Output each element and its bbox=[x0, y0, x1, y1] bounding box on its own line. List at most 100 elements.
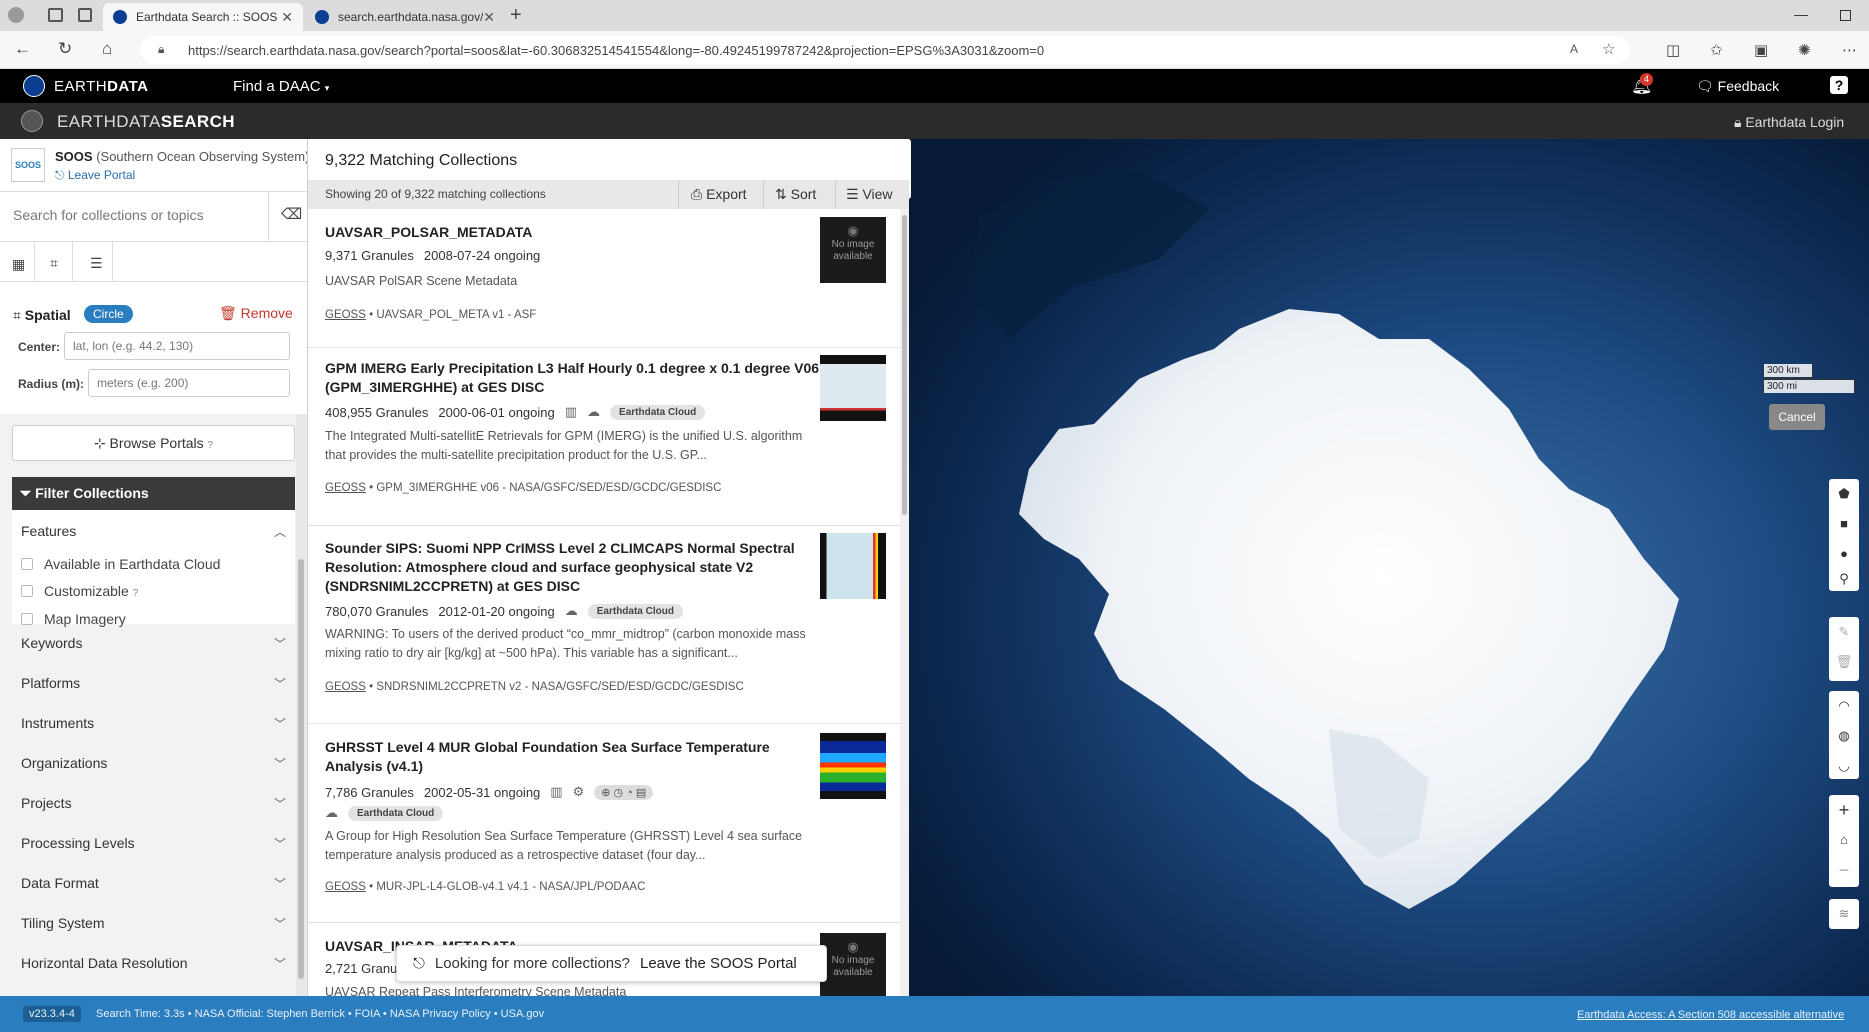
calendar-icon[interactable]: ▦ bbox=[12, 256, 25, 273]
collection-title[interactable]: UAVSAR_POLSAR_METADATA bbox=[325, 223, 825, 242]
sort-button[interactable]: ⇅ Sort bbox=[775, 186, 816, 203]
circle-icon[interactable]: ● bbox=[1840, 539, 1848, 569]
checkbox-customizable[interactable] bbox=[21, 585, 33, 597]
collection-item[interactable]: GHRSST Level 4 MUR Global Foundation Sea… bbox=[308, 724, 900, 923]
workspaces-icon[interactable] bbox=[48, 8, 63, 22]
showing-count: Showing 20 of 9,322 matching collections bbox=[325, 187, 546, 201]
advanced-filters-icon[interactable]: ☰ bbox=[90, 255, 103, 272]
nasa-logo-icon[interactable] bbox=[23, 75, 45, 97]
collection-title[interactable]: Sounder SIPS: Suomi NPP CrIMSS Level 2 C… bbox=[325, 539, 825, 596]
home-icon[interactable]: ⌂ bbox=[102, 39, 112, 59]
checkbox-map-imagery[interactable] bbox=[21, 613, 33, 625]
sidebar-scroll-thumb[interactable] bbox=[298, 559, 304, 979]
tab-actions-icon[interactable] bbox=[78, 8, 92, 22]
earthdata-brand[interactable]: EARTHDATA bbox=[54, 78, 149, 95]
earthdata-login-link[interactable]: 🔒︎ Earthdata Login bbox=[1734, 114, 1844, 131]
collection-item[interactable]: UAVSAR_POLSAR_METADATA 9,371 Granules 200… bbox=[308, 209, 900, 348]
clear-search-icon[interactable]: ⌫ bbox=[281, 205, 302, 223]
foia-link[interactable]: FOIA bbox=[355, 1008, 380, 1020]
url-field[interactable]: 🔒︎ https://search.earthdata.nasa.gov/sea… bbox=[140, 36, 1630, 64]
geographic-projection-icon[interactable]: ◍ bbox=[1838, 721, 1849, 751]
center-input[interactable]: lat, lon (e.g. 44.2, 130) bbox=[64, 332, 290, 360]
search-input[interactable]: Search for collections or topics bbox=[13, 207, 204, 223]
collection-thumbnail bbox=[820, 533, 886, 599]
tab-earthdata-search[interactable]: Earthdata Search :: SOOS Portal | ✕ bbox=[103, 3, 303, 31]
results-panel: 9,322 Matching Collections Showing 20 of… bbox=[308, 139, 909, 996]
map-imagery-icon: ▥ bbox=[550, 784, 563, 799]
section-508-link[interactable]: Earthdata Access: A Section 508 accessib… bbox=[1577, 1009, 1844, 1021]
refresh-icon[interactable]: ↻ bbox=[58, 39, 72, 59]
facet-toggle[interactable]: Processing Levels ﹀ bbox=[21, 831, 286, 855]
facet-toggle[interactable]: Horizontal Data Resolution ﹀ bbox=[21, 951, 286, 975]
browse-portals-button[interactable]: ⊹ Browse Portals ? bbox=[12, 425, 295, 461]
earthdata-cloud-badge: Earthdata Cloud bbox=[348, 805, 444, 821]
features-facet-toggle[interactable]: Features ︿ bbox=[21, 519, 286, 543]
usagov-link[interactable]: USA.gov bbox=[501, 1008, 544, 1020]
tab-search-earthdata[interactable]: search.earthdata.nasa.gov/search ✕ bbox=[305, 3, 505, 31]
privacy-policy-link[interactable]: NASA Privacy Policy bbox=[390, 1008, 491, 1020]
leave-soos-portal-link[interactable]: Leave the SOOS Portal bbox=[640, 955, 797, 972]
exit-icon: ⎋ bbox=[413, 955, 425, 972]
profile-icon[interactable] bbox=[8, 7, 24, 23]
collection-short-name: SNDRSNIML2CCPRETN v2 - NASA/GSFC/SED/ESD… bbox=[376, 681, 744, 693]
export-button[interactable]: ⎙ Export bbox=[691, 186, 747, 203]
earthdata-search-brand[interactable]: EARTHDATASEARCH bbox=[57, 112, 235, 132]
extension-icon[interactable]: ✺ bbox=[1798, 41, 1811, 59]
more-icon[interactable]: ⋯ bbox=[1842, 41, 1857, 59]
collection-title[interactable]: GPM IMERG Early Precipitation L3 Half Ho… bbox=[325, 359, 825, 397]
checkbox-earthdata-cloud[interactable] bbox=[21, 558, 33, 570]
facet-toggle[interactable]: Keywords ﹀ bbox=[21, 631, 286, 655]
notification-count-badge: 4 bbox=[1640, 73, 1653, 86]
facet-toggle[interactable]: Platforms ﹀ bbox=[21, 671, 286, 695]
collection-item[interactable]: Sounder SIPS: Suomi NPP CrIMSS Level 2 C… bbox=[308, 526, 900, 724]
camera-icon: ◉ bbox=[847, 223, 859, 238]
favorites-icon[interactable]: ✩ bbox=[1710, 41, 1723, 59]
results-scroll-thumb[interactable] bbox=[902, 215, 907, 515]
facet-toggle[interactable]: Data Format ﹀ bbox=[21, 871, 286, 895]
read-aloud-icon[interactable]: A bbox=[1570, 42, 1578, 56]
new-tab-icon[interactable]: + bbox=[510, 4, 522, 27]
find-daac-menu[interactable]: Find a DAAC ▾ bbox=[233, 78, 329, 95]
facet-toggle[interactable]: Projects ﹀ bbox=[21, 791, 286, 815]
cancel-draw-button[interactable]: Cancel bbox=[1769, 404, 1825, 430]
zoom-out-icon[interactable]: − bbox=[1839, 855, 1850, 885]
antarctic-projection-icon[interactable]: ◡ bbox=[1838, 751, 1849, 781]
zoom-in-icon[interactable]: + bbox=[1839, 795, 1850, 825]
arctic-projection-icon[interactable]: ◠ bbox=[1838, 691, 1849, 721]
collections-icon[interactable]: ▣ bbox=[1754, 41, 1768, 59]
facet-toggle[interactable]: Instruments ﹀ bbox=[21, 711, 286, 735]
spatial-crop-icon[interactable]: ⌗ bbox=[50, 255, 58, 272]
remove-spatial-button[interactable]: 🗑︎ Remove bbox=[219, 305, 293, 322]
geoss-label: GEOSS bbox=[325, 309, 366, 321]
close-tab-icon[interactable]: ✕ bbox=[483, 9, 495, 26]
favorite-star-icon[interactable]: ☆ bbox=[1602, 40, 1615, 58]
panel-resize-handle[interactable] bbox=[909, 139, 911, 199]
version-badge: v23.3.4-4 bbox=[23, 1006, 81, 1022]
collection-title[interactable]: GHRSST Level 4 MUR Global Foundation Sea… bbox=[325, 738, 825, 776]
delete-icon[interactable]: 🗑︎ bbox=[1836, 647, 1853, 677]
split-screen-icon[interactable]: ◫ bbox=[1666, 41, 1680, 59]
leave-portal-link[interactable]: ⎋ Leave Portal bbox=[55, 168, 135, 183]
map-view[interactable]: 300 km 300 mi Cancel bbox=[909, 139, 1869, 996]
help-icon[interactable]: ? bbox=[1830, 76, 1848, 94]
collection-item[interactable]: GPM IMERG Early Precipitation L3 Half Ho… bbox=[308, 348, 900, 526]
close-tab-icon[interactable]: ✕ bbox=[281, 9, 293, 26]
minimize-icon[interactable]: — bbox=[1794, 6, 1808, 22]
home-extent-icon[interactable]: ⌂ bbox=[1840, 825, 1848, 855]
remove-label: Remove bbox=[240, 305, 293, 321]
facet-toggle[interactable]: Organizations ﹀ bbox=[21, 751, 286, 775]
facet-toggle[interactable]: Tiling System ﹀ bbox=[21, 911, 286, 935]
feedback-link[interactable]: 🗨︎ Feedback bbox=[1696, 78, 1779, 95]
checkbox-label: Customizable bbox=[44, 583, 129, 599]
chevron-down-icon: ﹀ bbox=[273, 876, 286, 891]
edit-icon[interactable]: ✎ bbox=[1839, 617, 1850, 647]
maximize-icon[interactable] bbox=[1840, 10, 1851, 21]
back-icon[interactable]: ← bbox=[14, 39, 31, 59]
polygon-icon[interactable]: ⬟ bbox=[1838, 479, 1849, 509]
rectangle-icon[interactable]: ■ bbox=[1840, 509, 1848, 539]
view-button[interactable]: ☰ View bbox=[846, 186, 893, 203]
radius-input[interactable]: meters (e.g. 200) bbox=[88, 369, 290, 397]
layers-icon[interactable]: ≋ bbox=[1839, 899, 1850, 929]
nasa-logo-icon[interactable] bbox=[21, 110, 43, 132]
point-icon[interactable]: ⚲ bbox=[1839, 569, 1849, 591]
